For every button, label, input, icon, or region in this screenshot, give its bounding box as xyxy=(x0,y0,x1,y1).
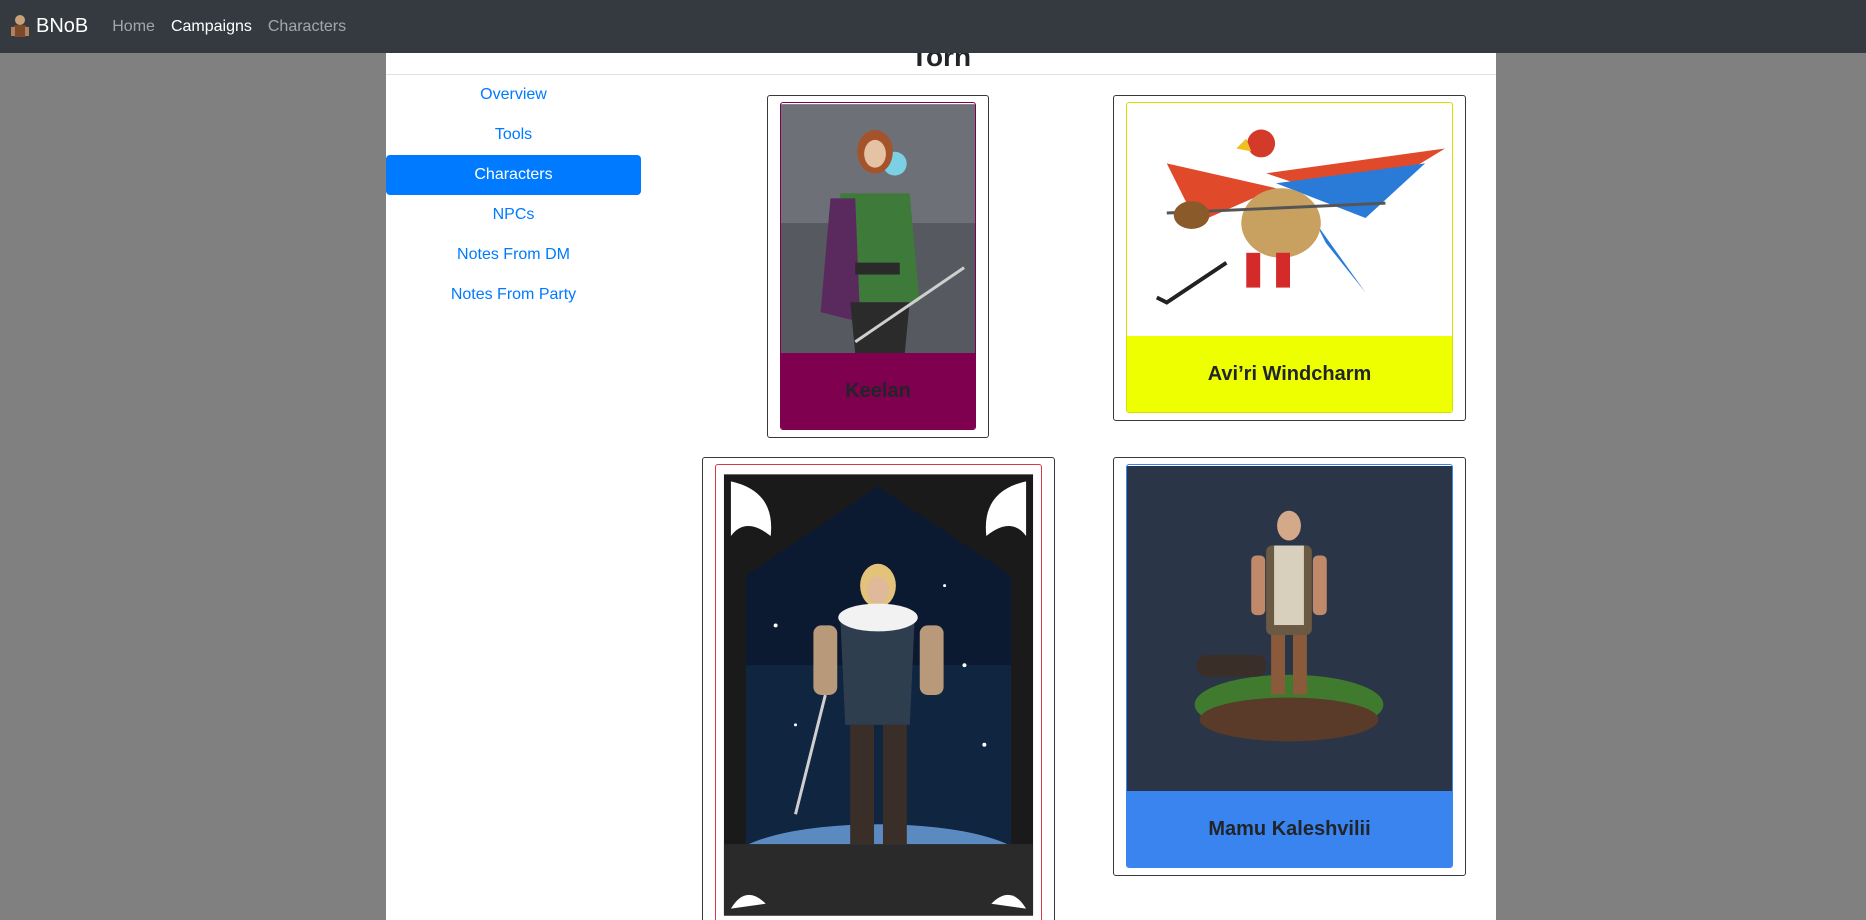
nav-characters[interactable]: Characters xyxy=(268,18,346,36)
character-portrait xyxy=(1127,466,1452,792)
campaign-panel: Torn Overview Tools Characters NPCs Note… xyxy=(386,53,1496,920)
character-name: Mamu Kaleshvilii xyxy=(1208,817,1371,840)
character-name: Keelan xyxy=(845,379,911,402)
character-name-banner: Keelan xyxy=(781,353,975,429)
character-portrait xyxy=(716,466,1041,920)
brand-logo-icon xyxy=(11,14,29,37)
sidebar-item-characters[interactable]: Characters xyxy=(386,155,641,195)
character-name: Avi’ri Windcharm xyxy=(1207,362,1372,385)
nav-home[interactable]: Home xyxy=(112,18,155,36)
character-name-banner: Mamu Kaleshvilii xyxy=(1127,791,1452,867)
sidebar-item-npcs[interactable]: NPCs xyxy=(386,195,641,235)
side-nav: Overview Tools Characters NPCs Notes Fro… xyxy=(386,75,641,315)
sidebar-item-notes-from-dm[interactable]: Notes From DM xyxy=(386,235,641,275)
sidebar-item-tools[interactable]: Tools xyxy=(386,115,641,155)
nav-campaigns[interactable]: Campaigns xyxy=(171,18,252,36)
character-card[interactable] xyxy=(702,457,1055,920)
sidebar-item-overview[interactable]: Overview xyxy=(386,75,641,115)
character-card[interactable]: Keelan xyxy=(767,95,989,438)
top-navbar: BNoB Home Campaigns Characters xyxy=(0,0,1866,53)
character-portrait xyxy=(1127,103,1452,338)
sidebar-item-notes-from-party[interactable]: Notes From Party xyxy=(386,275,641,315)
character-portrait xyxy=(781,104,975,354)
brand-name: BNoB xyxy=(36,15,89,37)
character-card[interactable]: Mamu Kaleshvilii xyxy=(1113,457,1466,876)
page-title: Torn xyxy=(910,53,972,72)
character-name-banner: Avi’ri Windcharm xyxy=(1127,336,1452,412)
brand[interactable]: BNoB xyxy=(8,13,88,41)
character-card[interactable]: Avi’ri Windcharm xyxy=(1113,95,1466,421)
